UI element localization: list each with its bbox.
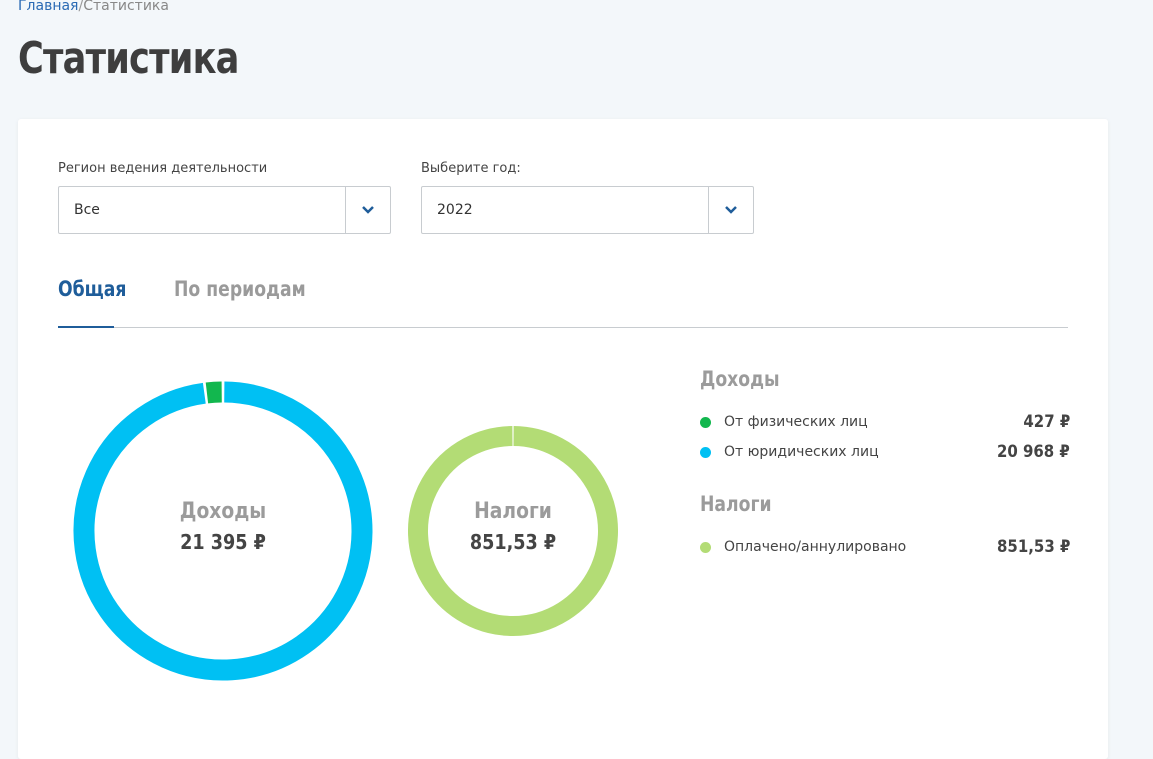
year-select-label: Выберите год:	[421, 161, 521, 176]
chevron-down-icon[interactable]	[345, 187, 390, 233]
taxes-donut-title: Налоги	[474, 499, 552, 524]
legend-value-individuals: 427 ₽	[1023, 412, 1070, 432]
tabs: Общая По периодам	[58, 277, 1068, 328]
taxes-donut-total: 851,53 ₽	[469, 530, 557, 554]
income-donut-total: 21 395 ₽	[180, 530, 266, 554]
legend-value-legal-entities: 20 968 ₽	[997, 442, 1070, 462]
chevron-down-icon[interactable]	[708, 187, 753, 233]
income-donut-segment-1	[205, 381, 222, 404]
legend-item-individuals: От физических лиц 427 ₽	[700, 412, 1070, 433]
region-select[interactable]: Все	[58, 186, 391, 234]
legend-label-individuals: От физических лиц	[724, 414, 868, 430]
legend-value-paid: 851,53 ₽	[996, 537, 1070, 557]
tab-by-periods[interactable]: По периодам	[174, 277, 306, 301]
region-select-value: Все	[74, 202, 100, 218]
legend-dot-legal-entities	[700, 447, 711, 458]
tab-general[interactable]: Общая	[58, 277, 126, 301]
income-donut-label: Доходы 21 395 ₽	[123, 499, 323, 554]
legend-dot-paid	[700, 542, 711, 553]
legend-item-paid: Оплачено/аннулировано 851,53 ₽	[700, 537, 1070, 558]
legend-label-paid: Оплачено/аннулировано	[724, 539, 907, 555]
income-donut-title: Доходы	[179, 499, 267, 524]
region-select-label: Регион ведения деятельности	[58, 161, 268, 176]
active-tab-indicator	[58, 326, 114, 328]
breadcrumb-home-link[interactable]: Главная	[18, 0, 78, 14]
statistics-card: Регион ведения деятельности Все Выберите…	[18, 119, 1108, 759]
year-select[interactable]: 2022	[421, 186, 754, 234]
legend-label-legal-entities: От юридических лиц	[724, 444, 879, 460]
taxes-donut-label: Налоги 851,53 ₽	[428, 499, 598, 554]
page-title: Статистика	[18, 33, 239, 84]
legend-dot-individuals	[700, 417, 711, 428]
breadcrumb-current: Статистика	[83, 0, 169, 14]
year-select-value: 2022	[437, 202, 473, 218]
legend-item-legal-entities: От юридических лиц 20 968 ₽	[700, 442, 1070, 463]
legend-taxes-heading: Налоги	[700, 492, 772, 516]
legend-income-heading: Доходы	[700, 367, 780, 391]
breadcrumb: Главная/Статистика	[18, 0, 169, 14]
